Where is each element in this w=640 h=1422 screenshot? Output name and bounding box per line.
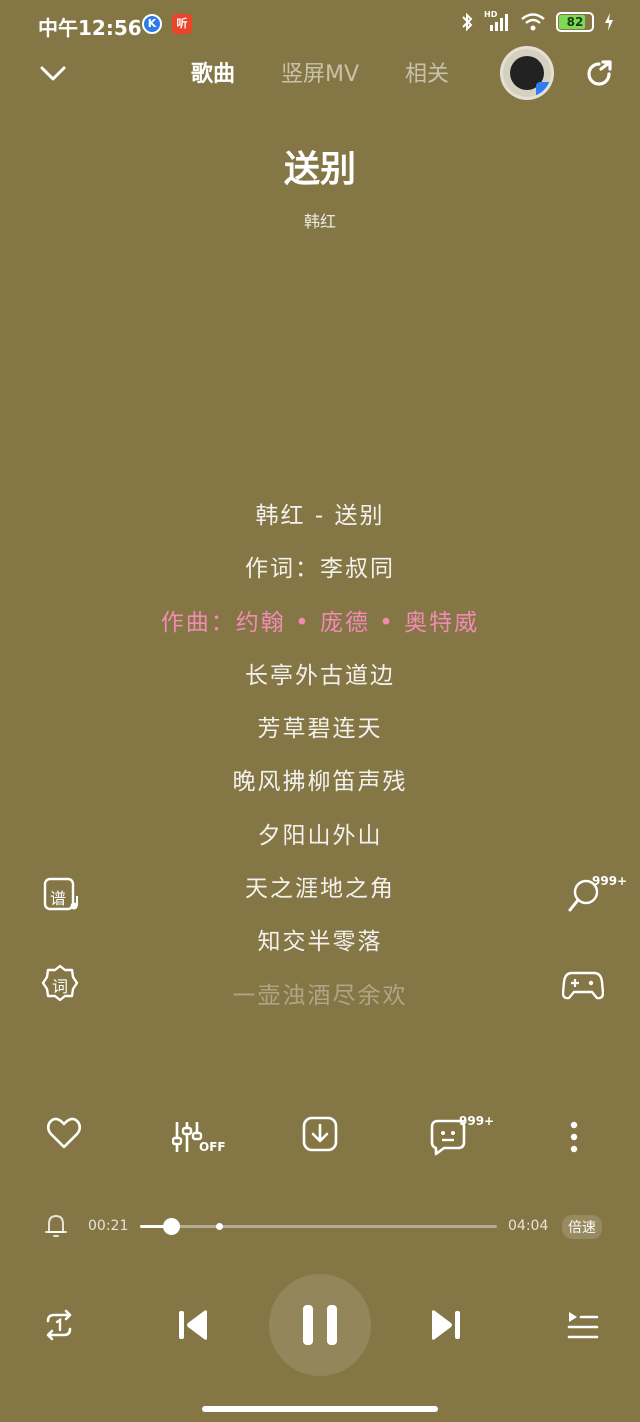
lyric-line[interactable]: 作词：李叔同 <box>100 551 540 604</box>
lyric-settings-button[interactable]: 词 <box>40 963 80 1003</box>
gamepad-icon <box>562 971 604 1000</box>
charging-icon <box>604 12 614 32</box>
download-icon <box>302 1116 338 1152</box>
tab-related[interactable]: 相关 <box>405 56 449 88</box>
battery-level: 82 <box>566 15 584 29</box>
bluetooth-icon <box>460 12 474 32</box>
artist-avatar[interactable] <box>500 46 554 100</box>
song-title: 送别 <box>283 149 356 190</box>
bell-icon <box>45 1215 67 1237</box>
lyric-line[interactable]: 晚风拂柳笛声残 <box>100 764 540 817</box>
more-button[interactable] <box>564 1120 584 1156</box>
previous-button[interactable] <box>177 1308 209 1342</box>
tab-song[interactable]: 歌曲 <box>191 56 235 88</box>
repeat-one-icon <box>46 1309 72 1341</box>
playlist-icon <box>567 1312 599 1339</box>
game-button[interactable] <box>562 968 604 1002</box>
lyric-line[interactable]: 知交半零落 <box>100 924 540 977</box>
k-app-icon: K <box>142 14 162 34</box>
refresh-share-icon <box>587 60 612 86</box>
more-vertical-icon <box>570 1121 578 1153</box>
sleep-timer-button[interactable] <box>44 1213 68 1239</box>
lyric-settings-label: 词 <box>52 977 69 996</box>
next-button[interactable] <box>430 1308 462 1342</box>
playback-speed-button[interactable]: 倍速 <box>562 1215 602 1239</box>
comment-count-badge: 999+ <box>459 1114 495 1128</box>
current-time: 00:21 <box>88 1218 129 1234</box>
play-pause-button[interactable] <box>269 1274 371 1376</box>
share-button[interactable] <box>582 57 616 91</box>
sheet-music-button[interactable]: 谱 <box>42 876 80 914</box>
hd-label: HD <box>484 10 498 19</box>
karaoke-count-badge: 999+ <box>592 874 628 888</box>
tab-vertical-mv[interactable]: 竖屏MV <box>281 56 359 88</box>
equalizer-button[interactable]: OFF <box>172 1120 226 1154</box>
lyrics-panel[interactable]: 韩红 - 送别 作词：李叔同 作曲：约翰 • 庞德 • 奥特威 长亭外古道边 芳… <box>100 498 540 1031</box>
wifi-icon <box>520 12 546 32</box>
collapse-button[interactable] <box>38 60 68 88</box>
battery-icon: 82 <box>556 12 594 32</box>
heart-icon <box>46 1117 82 1149</box>
progress-thumb[interactable] <box>162 1218 180 1235</box>
song-artist[interactable]: 韩红 <box>0 208 640 232</box>
equalizer-off-label: OFF <box>199 1140 226 1154</box>
total-time: 04:04 <box>508 1218 549 1234</box>
lyric-line[interactable]: 天之涯地之角 <box>100 871 540 924</box>
download-button[interactable] <box>302 1116 338 1152</box>
repeat-mode-button[interactable] <box>42 1309 76 1341</box>
skip-next-icon <box>432 1310 460 1340</box>
audio-badge-icon <box>536 82 551 97</box>
playlist-button[interactable] <box>567 1309 599 1341</box>
lyric-line[interactable]: 长亭外古道边 <box>100 658 540 711</box>
skip-previous-icon <box>179 1310 207 1340</box>
status-icons: HD 82 <box>460 10 614 32</box>
lyric-line[interactable]: 芳草碧连天 <box>100 711 540 764</box>
sheet-music-label: 谱 <box>50 889 67 908</box>
listen-app-icon: 听 <box>172 14 192 34</box>
lyric-line-current[interactable]: 作曲：约翰 • 庞德 • 奥特威 <box>100 605 540 658</box>
status-time: 中午12:56 <box>38 16 142 40</box>
cellular-signal-icon: HD <box>484 10 510 32</box>
pause-icon <box>303 1305 337 1345</box>
home-indicator[interactable] <box>202 1406 438 1412</box>
like-button[interactable] <box>46 1116 82 1150</box>
lyric-line[interactable]: 韩红 - 送别 <box>100 498 540 551</box>
lyric-line[interactable]: 一壶浊酒尽余欢 <box>100 978 540 1031</box>
buffer-marker <box>215 1223 223 1230</box>
chevron-down-icon <box>40 66 66 81</box>
lyric-line[interactable]: 夕阳山外山 <box>100 818 540 871</box>
progress-bar[interactable] <box>140 1218 497 1235</box>
